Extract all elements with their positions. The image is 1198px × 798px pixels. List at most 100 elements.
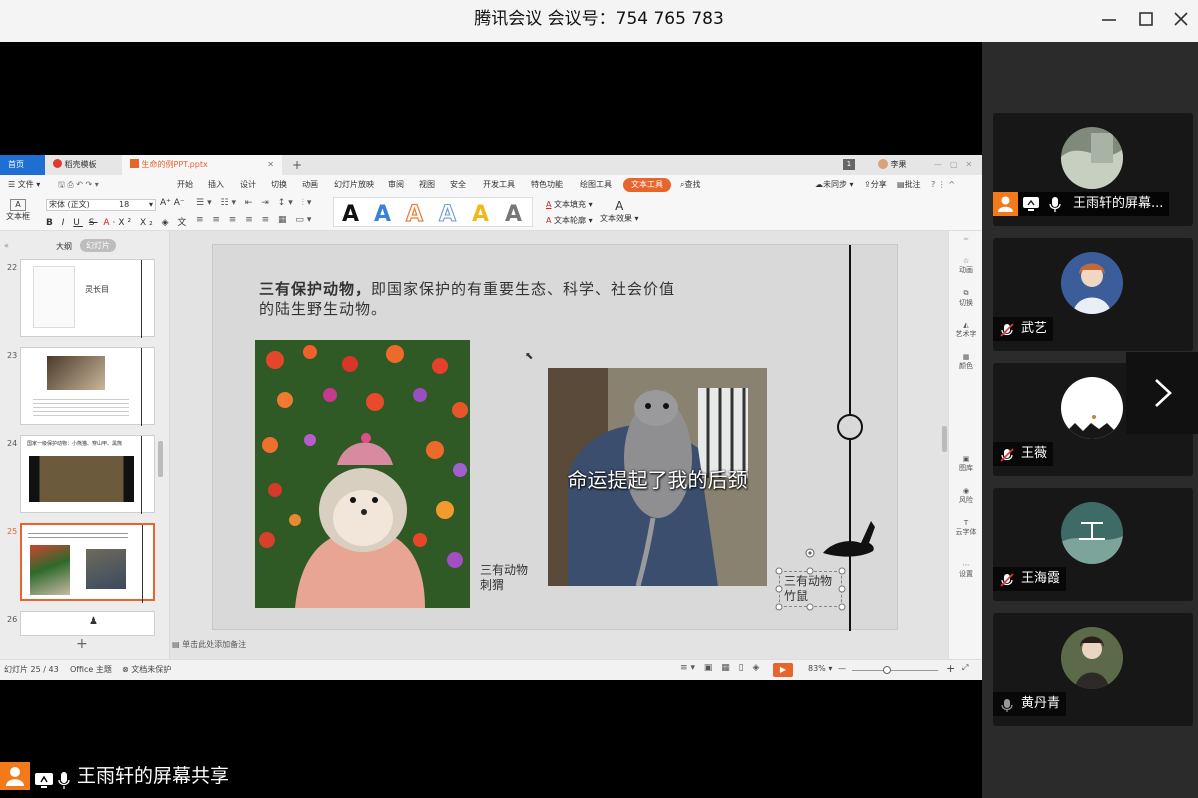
slide-thumb-25-selected[interactable] [20, 523, 155, 603]
share-button[interactable]: ⇪分享 [864, 178, 887, 192]
collapse-pane-icon[interactable]: « [4, 241, 9, 250]
hedgehog-label[interactable]: 三有动物 刺猬 [480, 563, 528, 593]
participant-name: 王薇 [1021, 446, 1048, 461]
slide-thumb-22[interactable]: 灵长目 [20, 259, 155, 338]
side-tool-gallery[interactable]: ▣ 图库 [951, 455, 981, 473]
participant-tile[interactable]: 黄丹青 [993, 613, 1193, 726]
outline-tab[interactable]: 大纲 [56, 241, 72, 252]
screen-share-label: 王雨轩的屏幕共享 [77, 765, 230, 787]
help-more-icons[interactable]: ? ⋮ ^ [931, 178, 955, 192]
font-format-buttons[interactable]: B I U S A·X² X₂ ◈ 文 [46, 215, 189, 228]
zoom-level[interactable]: 83% ▾ [808, 664, 832, 673]
menu-design[interactable]: 设计 [240, 178, 256, 192]
menu-view[interactable]: 视图 [419, 178, 435, 192]
slide-thumb-23[interactable] [20, 347, 155, 426]
zoom-out-icon[interactable]: — [838, 664, 846, 673]
next-page-button[interactable] [1126, 352, 1198, 434]
tab-document[interactable]: 生命的例PPT.pptx ✕ [122, 155, 282, 175]
protection-status[interactable]: ⊗ 文档未保护 [122, 664, 171, 675]
side-tool-settings[interactable]: ⋯ 设置 [951, 561, 981, 579]
slide-thumbnail-pane: « 大纲 幻灯片 22 灵长目 23 24 国家一级保护动物：小熊猫、穿山甲、黑… [0, 231, 170, 659]
minimize-icon[interactable] [1098, 8, 1120, 30]
participant-tile[interactable]: 王海霞 [993, 488, 1193, 601]
add-slide-icon[interactable]: + [76, 636, 88, 652]
text-effect-button[interactable]: A 文本效果 ▾ [600, 199, 639, 224]
side-tool-animation[interactable]: ☆ 动画 [951, 257, 981, 275]
font-name-select[interactable]: 宋体 (正文) 18 ▾ [46, 199, 156, 211]
notes-placeholder[interactable]: ▤ 单击此处添加备注 [172, 639, 246, 650]
slide-thumb-24[interactable]: 国家一级保护动物：小熊猫、穿山甲、黑熊 [20, 435, 155, 514]
side-tool-transition[interactable]: ⧉ 切换 [951, 289, 981, 308]
menu-transition[interactable]: 切换 [271, 178, 287, 192]
align-buttons[interactable]: ≡ ≡ ≡ ≡ ≡ ▦ ▭▾ [196, 215, 314, 225]
menu-animation[interactable]: 动画 [302, 178, 318, 192]
new-tab-icon[interactable]: + [284, 155, 310, 175]
document-tabs: 首页 稻壳模板 生命的例PPT.pptx ✕ + 1 李果 — ▢ ✕ [0, 155, 982, 175]
close-icon[interactable] [1170, 8, 1192, 30]
side-tool-cloud-font[interactable]: T 云字体 [951, 519, 981, 537]
menu-drawing-tools[interactable]: 绘图工具 [580, 178, 612, 192]
menu-slideshow[interactable]: 幻灯片放映 [334, 178, 374, 192]
tab-home[interactable]: 首页 [0, 155, 45, 175]
play-slideshow-icon[interactable]: ▶ [773, 663, 793, 677]
name-bar: 王薇 [993, 442, 1054, 466]
text-fill-button[interactable]: A 文本填充 ▾ [546, 199, 593, 210]
participant-tile[interactable]: 武艺 [993, 238, 1193, 351]
side-tool-art-text[interactable]: ◭ 艺术字 [951, 321, 981, 339]
menu-search[interactable]: ⌕查找 [680, 178, 700, 192]
avatar [1061, 127, 1123, 189]
canvas-scrollbar[interactable] [942, 426, 947, 452]
menu-bar: ☰ 文件 ▾ 🖫 ⎙ ↶ ↷ ▾ 开始 插入 设计 切换 动画 幻灯片放映 审阅… [0, 175, 982, 195]
slides-tab[interactable]: 幻灯片 [80, 239, 116, 252]
menu-devtools[interactable]: 开发工具 [483, 178, 515, 192]
meme-caption: 命运提起了我的后颈 [567, 468, 748, 492]
name-bar: 王海霞 [993, 567, 1067, 591]
tab-docer[interactable]: 稻壳模板 [45, 155, 120, 175]
thumb-caption: 国家一级保护动物：小熊猫、穿山甲、黑熊 [27, 441, 123, 447]
side-tool-color[interactable]: ▦ 颜色 [951, 353, 981, 371]
thumb-number: 25 [7, 527, 18, 536]
paragraph-buttons[interactable]: ☰▾ ☷▾ ⇤ ⇥ ↕▾ ⫶▾ [196, 198, 314, 208]
thumb-bear-image [47, 356, 105, 390]
text-outline-button[interactable]: A 文本轮廓 ▾ [546, 215, 593, 226]
menu-file[interactable]: ☰ 文件 ▾ [8, 178, 40, 192]
menu-features[interactable]: 特色功能 [531, 178, 563, 192]
mic-on-icon [57, 767, 71, 798]
slide-thumb-26[interactable]: ♟ [20, 611, 155, 636]
screen-share-icon [34, 768, 54, 798]
art-text-gallery[interactable]: A A A A A A [333, 197, 533, 228]
hedgehog-photo[interactable] [255, 340, 470, 608]
bamboo-rat-photo[interactable]: 命运提起了我的后颈 [548, 368, 767, 586]
slide-heading[interactable]: 三有保护动物，即国家保护的有重要生态、科学、社会价值 的陆生野生动物。 [259, 279, 675, 319]
view-buttons[interactable]: ≡▾ ▣ ▦ ▯ ◈ [680, 663, 762, 673]
maximize-icon[interactable] [1135, 8, 1157, 30]
menu-insert[interactable]: 插入 [208, 178, 224, 192]
font-size-adjust[interactable]: A⁺ A⁻ [160, 198, 185, 208]
thumb-scrollbar[interactable] [158, 441, 163, 477]
ribbon-toolbar: A 文本框 宋体 (正文) 18 ▾ A⁺ A⁻ B I U S A·X² X₂ ◈… [0, 195, 982, 231]
menu-review[interactable]: 审阅 [388, 178, 404, 192]
zoom-slider[interactable] [852, 670, 938, 671]
name-bar: 王雨轩的屏幕... [993, 192, 1170, 216]
user-name[interactable]: 李果 [870, 155, 915, 175]
sync-status[interactable]: ☁未同步 ▾ [815, 178, 854, 192]
participant-tile[interactable]: 王雨轩的屏幕... [993, 113, 1193, 226]
zoom-in-icon[interactable]: + [946, 662, 955, 675]
menu-security[interactable]: 安全 [450, 178, 466, 192]
menu-start[interactable]: 开始 [177, 178, 193, 192]
ppt-window-controls[interactable]: — ▢ ✕ [926, 155, 980, 175]
ppt-file-icon [130, 159, 139, 168]
menu-text-tools[interactable]: 文本工具 [623, 178, 671, 192]
quick-access-icons[interactable]: 🖫 ⎙ ↶ ↷ ▾ [58, 178, 99, 192]
thumb-number: 23 [7, 351, 18, 360]
mic-muted-icon [1000, 447, 1014, 462]
tab-close-icon[interactable]: ✕ [267, 155, 274, 175]
participant-name: 武艺 [1021, 321, 1048, 336]
textbox-style-button[interactable]: A 文本框 [6, 199, 30, 222]
side-tool-risk[interactable]: ◉ 风险 [951, 487, 981, 505]
fit-window-icon[interactable]: ⤢ [962, 663, 968, 673]
participant-name: 王雨轩的屏幕... [1073, 196, 1164, 211]
zoom-slider-thumb[interactable] [883, 666, 891, 674]
comment-button[interactable]: ▤批注 [897, 178, 921, 192]
current-slide[interactable]: 三有保护动物，即国家保护的有重要生态、科学、社会价值 的陆生野生动物。 三有动物… [212, 244, 898, 631]
